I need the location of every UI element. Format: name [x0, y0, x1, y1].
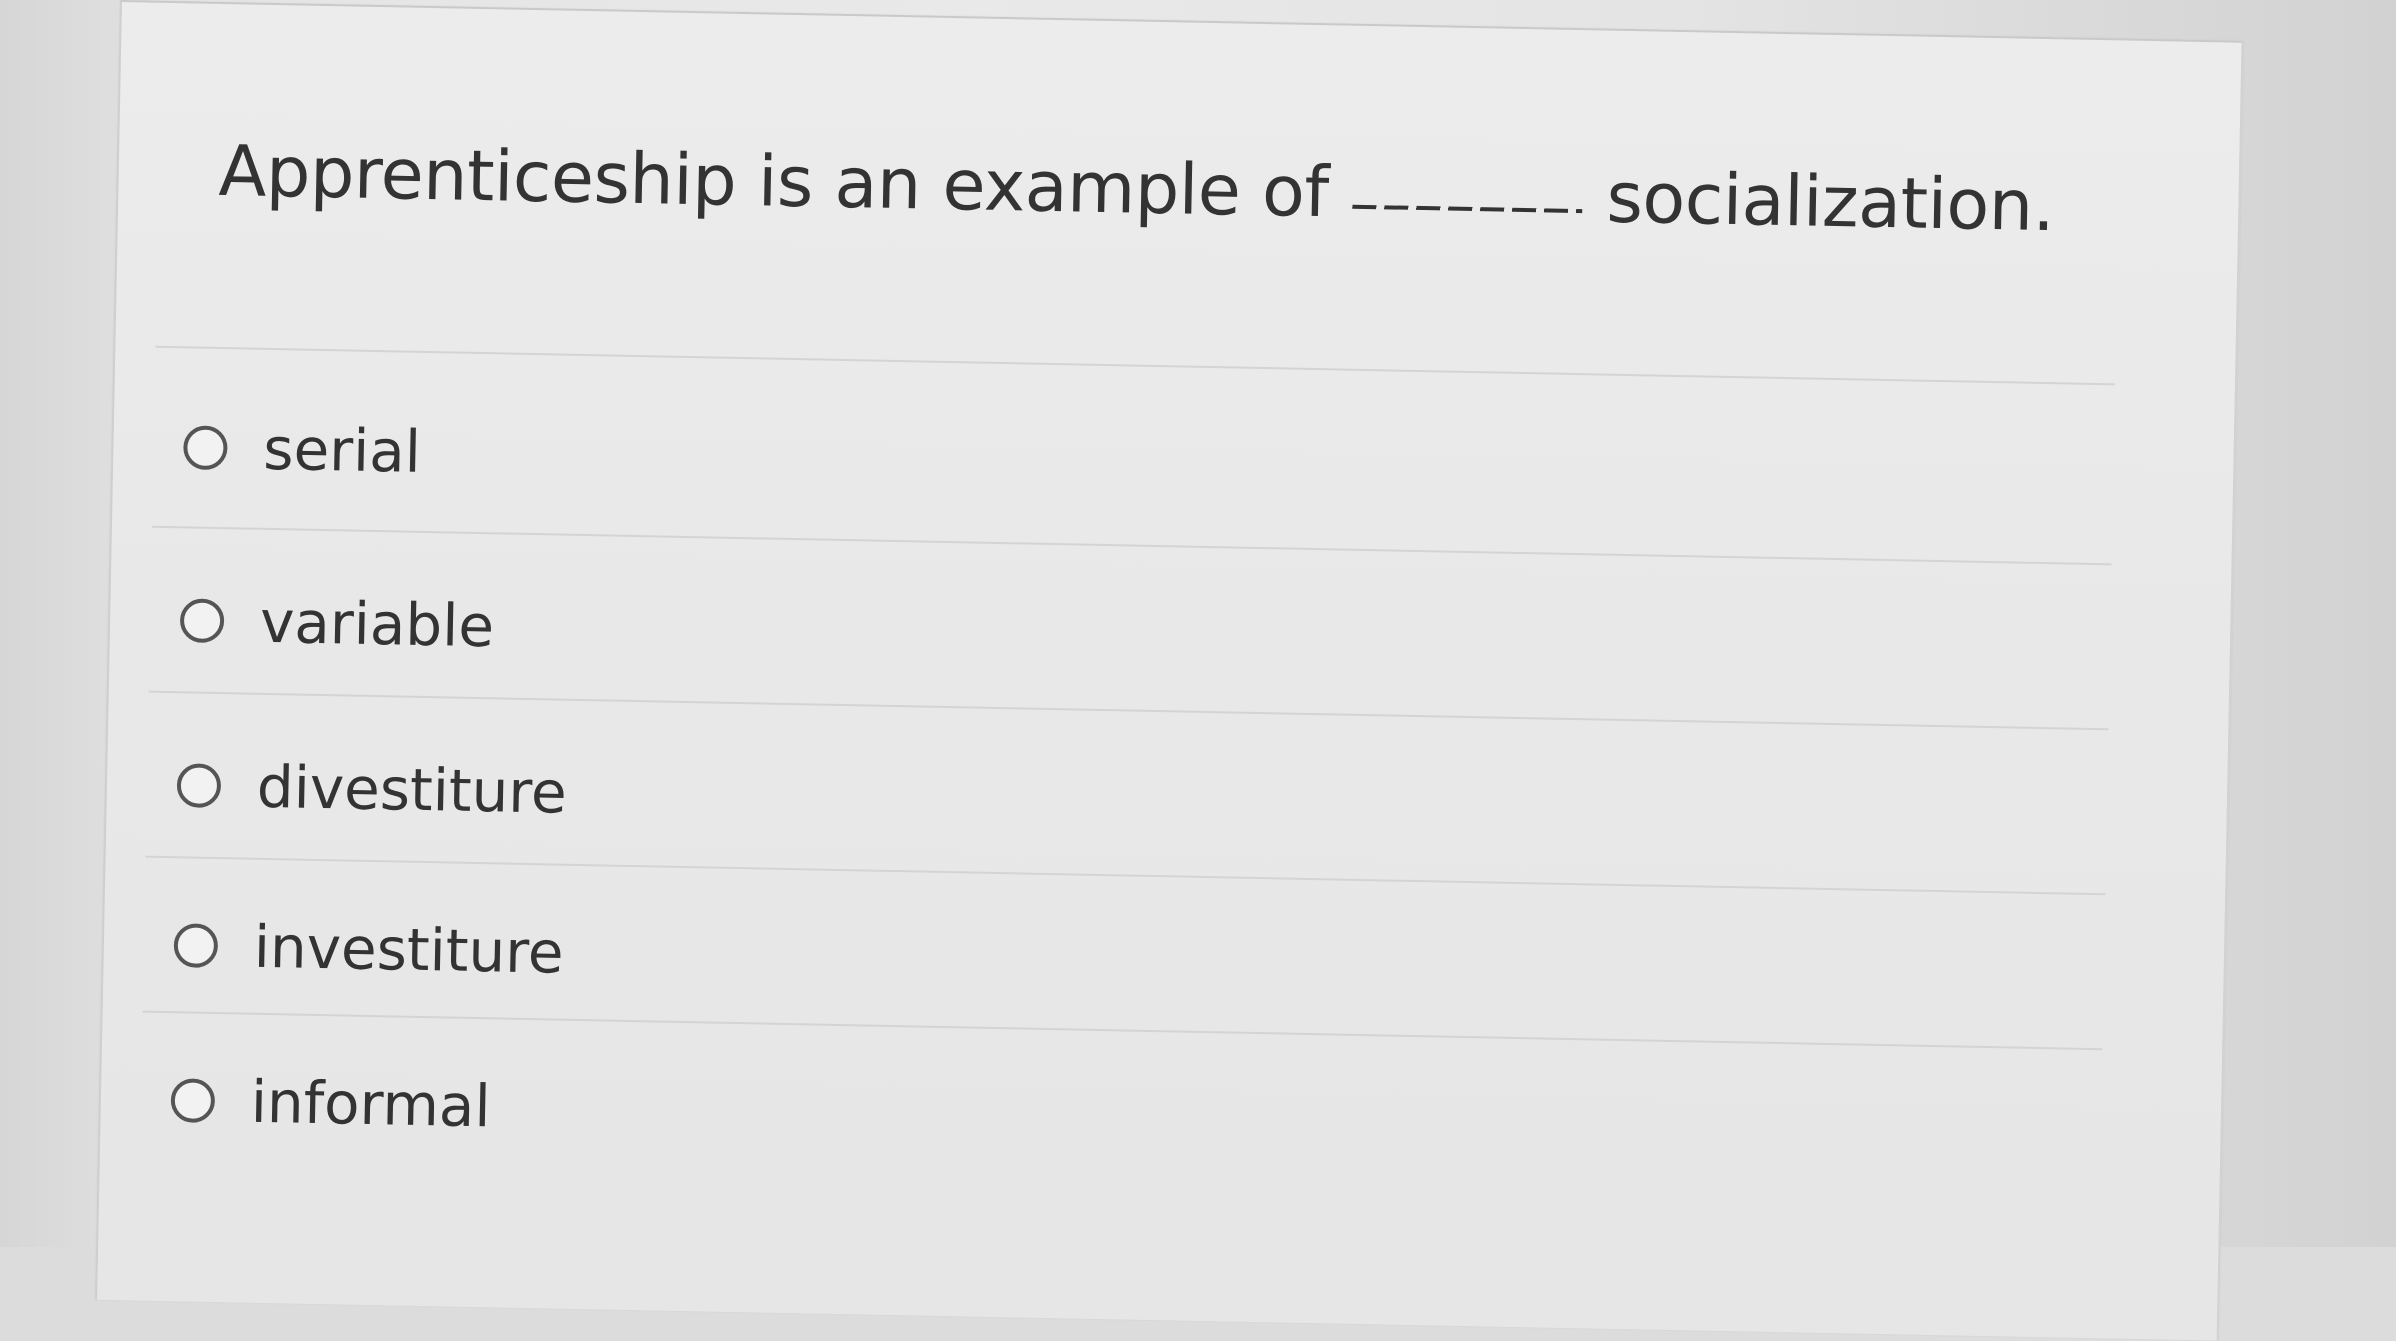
- option-label: investiture: [253, 912, 565, 987]
- radio-button-icon[interactable]: [179, 598, 225, 644]
- question-before-blank: Apprenticeship is an example of: [217, 129, 1330, 234]
- divider: [145, 855, 2106, 896]
- divider: [151, 525, 2112, 566]
- option-label: serial: [262, 414, 422, 486]
- option-serial[interactable]: serial: [183, 413, 422, 486]
- option-investiture[interactable]: investiture: [173, 911, 565, 987]
- divider: [155, 345, 2116, 386]
- divider: [148, 690, 2109, 731]
- radio-button-icon[interactable]: [173, 923, 219, 969]
- option-divestiture[interactable]: divestiture: [176, 751, 568, 827]
- option-informal[interactable]: informal: [170, 1066, 491, 1140]
- radio-button-icon[interactable]: [170, 1078, 216, 1124]
- question-text: Apprenticeship is an example of socializa…: [218, 130, 2055, 247]
- option-label: divestiture: [256, 752, 568, 827]
- answer-blank: [1352, 204, 1583, 214]
- question-after-blank: socialization.: [1605, 156, 2056, 248]
- question-card: Apprenticeship is an example of socializa…: [95, 0, 2244, 1341]
- screen-background: Apprenticeship is an example of socializa…: [0, 0, 2396, 1341]
- divider: [142, 1010, 2103, 1051]
- option-variable[interactable]: variable: [179, 586, 495, 661]
- radio-button-icon[interactable]: [183, 425, 228, 471]
- radio-button-icon[interactable]: [176, 763, 222, 809]
- card-top-border: [121, 0, 2242, 43]
- option-label: informal: [250, 1067, 492, 1141]
- option-label: variable: [259, 587, 495, 661]
